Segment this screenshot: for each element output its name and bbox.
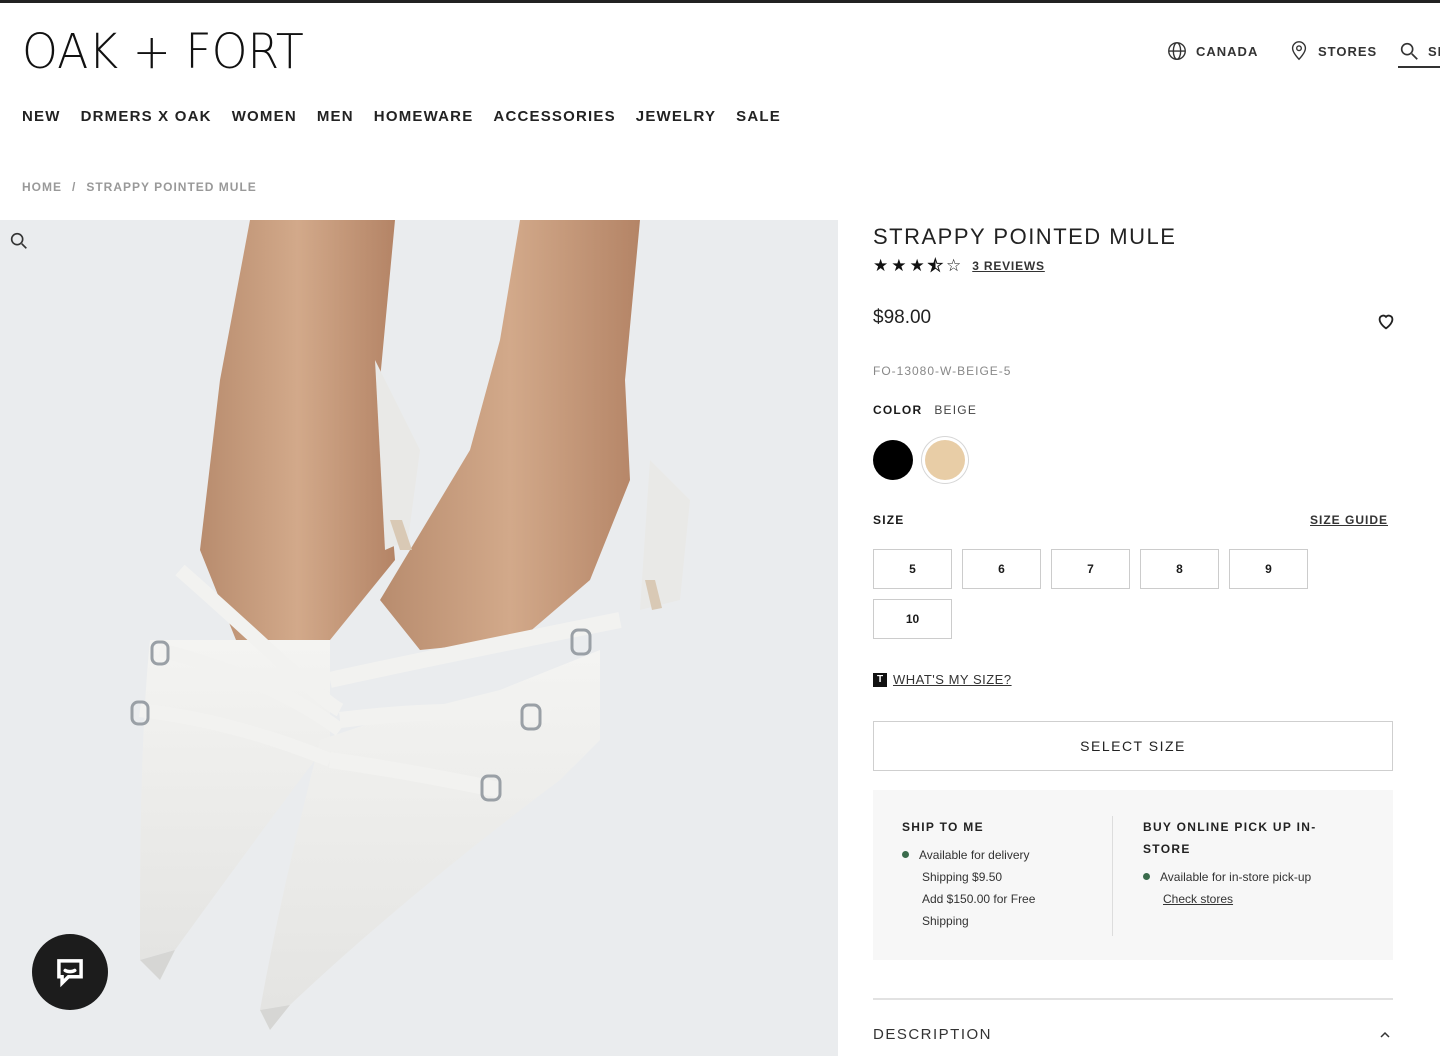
ship-line-cost: Shipping $9.50	[922, 870, 1003, 884]
chevron-up-icon	[1380, 1031, 1390, 1038]
size-guide-link[interactable]: SIZE GUIDE	[1310, 513, 1388, 527]
swatch-black[interactable]	[873, 440, 913, 480]
size-options: 5 6 7 8 9 10	[873, 549, 1333, 639]
product-image[interactable]	[0, 220, 838, 1056]
nav-item-new[interactable]: NEW	[22, 108, 61, 125]
size-option-7[interactable]: 7	[1051, 549, 1130, 589]
globe-icon	[1168, 42, 1186, 60]
search-icon	[1400, 42, 1418, 60]
region-label: CANADA	[1196, 43, 1259, 59]
size-option-9[interactable]: 9	[1229, 549, 1308, 589]
region-selector[interactable]: CANADA	[1166, 40, 1258, 62]
pickup-availability: Available for in-store pick-up	[1143, 866, 1317, 888]
brand-logo[interactable]: OAK + FORT	[22, 24, 304, 80]
nav-item-jewelry[interactable]: JEWELRY	[636, 108, 716, 125]
star-empty-icon: ☆	[946, 256, 962, 275]
ship-line-shipping: Shipping	[922, 914, 969, 928]
chat-button[interactable]	[32, 934, 108, 1010]
product-title: STRAPPY POINTED MULE	[873, 224, 1177, 249]
color-swatches	[873, 440, 965, 480]
ship-availability: Available for delivery	[902, 844, 1035, 866]
nav-item-homeware[interactable]: HOMEWARE	[374, 108, 474, 125]
reviews-link[interactable]: 3 REVIEWS	[972, 259, 1045, 273]
size-option-8[interactable]: 8	[1140, 549, 1219, 589]
pickup-in-store[interactable]: BUY ONLINE PICK UP IN- STORE Available f…	[1143, 816, 1317, 910]
check-stores-link[interactable]: Check stores	[1143, 888, 1317, 910]
zoom-icon[interactable]	[8, 230, 30, 252]
size-option-10[interactable]: 10	[873, 599, 952, 639]
star-half-icon: ★	[927, 256, 943, 276]
product-photo	[0, 220, 838, 1056]
search-trigger[interactable]: SE	[1398, 40, 1440, 68]
nav-item-women[interactable]: WOMEN	[232, 108, 297, 125]
color-label: COLOR	[873, 403, 923, 417]
status-dot-icon	[1143, 873, 1150, 881]
pickup-title: BUY ONLINE PICK UP IN-	[1143, 820, 1317, 834]
swatch-beige[interactable]	[925, 440, 965, 480]
status-dot-icon	[902, 851, 909, 859]
top-border	[0, 0, 1440, 3]
star-filled-icon: ★	[891, 256, 907, 275]
color-value: BEIGE	[934, 403, 978, 417]
search-label: SE	[1428, 43, 1440, 59]
select-size-button[interactable]: SELECT SIZE	[873, 721, 1393, 771]
breadcrumb-home[interactable]: HOME	[22, 180, 62, 194]
heart-icon[interactable]	[1375, 310, 1397, 332]
rating: ★ ★ ★ ★ ☆ 3 REVIEWS	[873, 256, 1045, 276]
color-selection: COLOR BEIGE	[873, 403, 977, 417]
star-filled-icon: ★	[909, 256, 925, 275]
nav-item-sale[interactable]: SALE	[736, 108, 781, 125]
size-option-5[interactable]: 5	[873, 549, 952, 589]
section-divider	[873, 998, 1393, 1000]
nav-item-men[interactable]: MEN	[317, 108, 354, 125]
ship-line-available: Available for delivery	[919, 848, 1030, 862]
pickup-line: Available for in-store pick-up	[1160, 870, 1312, 884]
product-price: $98.00	[873, 307, 932, 328]
breadcrumb: HOME / STRAPPY POINTED MULE	[22, 180, 257, 194]
ship-to-me-title: SHIP TO ME	[902, 820, 984, 834]
size-option-6[interactable]: 6	[962, 549, 1041, 589]
stores-link[interactable]: STORES	[1288, 40, 1377, 62]
stores-label: STORES	[1318, 43, 1378, 59]
fulfillment-options: SHIP TO ME Available for delivery Shippi…	[873, 790, 1393, 960]
breadcrumb-separator: /	[72, 180, 77, 194]
size-label: SIZE	[873, 513, 905, 527]
whats-my-size-label: WHAT'S MY SIZE?	[893, 672, 1012, 687]
breadcrumb-current: STRAPPY POINTED MULE	[86, 180, 257, 194]
whats-my-size-link[interactable]: T WHAT'S MY SIZE?	[873, 672, 1012, 687]
location-pin-icon	[1291, 41, 1307, 61]
star-filled-icon: ★	[873, 256, 889, 275]
description-label: DESCRIPTION	[873, 1026, 993, 1043]
chat-bubble-icon	[57, 959, 83, 988]
description-accordion[interactable]: DESCRIPTION	[873, 1026, 1393, 1043]
size-tool-icon: T	[873, 672, 887, 687]
nav-item-drmers-x-oak[interactable]: DRMERS X OAK	[81, 108, 212, 125]
main-nav: NEW DRMERS X OAK WOMEN MEN HOMEWARE ACCE…	[22, 108, 781, 125]
product-sku: FO-13080-W-BEIGE-5	[873, 364, 1012, 378]
ship-to-me[interactable]: SHIP TO ME Available for delivery Shippi…	[902, 816, 1035, 932]
nav-item-accessories[interactable]: ACCESSORIES	[493, 108, 615, 125]
pickup-title-cont: STORE	[1143, 842, 1191, 856]
divider	[1112, 816, 1113, 936]
ship-line-free-threshold: Add $150.00 for Free	[922, 892, 1036, 906]
